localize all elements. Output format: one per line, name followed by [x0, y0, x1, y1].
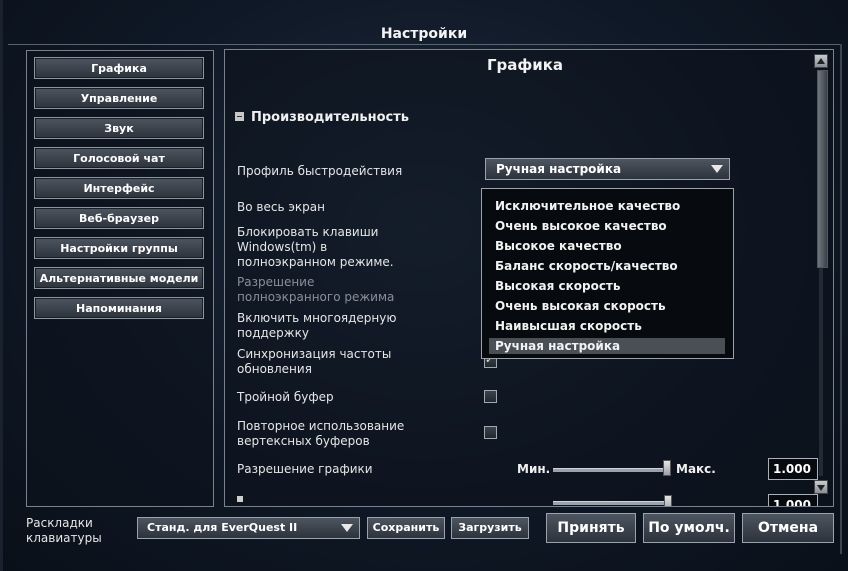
profile-option-selected[interactable]: Ручная настройка — [489, 338, 725, 354]
scroll-thumb[interactable] — [817, 70, 828, 268]
nav-group-settings[interactable]: Настройки группы — [34, 237, 204, 259]
vertex-buffer-checkbox[interactable] — [484, 426, 497, 439]
label-graphics-resolution: Разрешение графики — [237, 462, 373, 476]
resolution-value-field[interactable]: 1.000 — [768, 458, 818, 480]
scroll-up-button[interactable] — [814, 54, 828, 68]
partial-value-field[interactable]: 1.000 — [768, 494, 818, 506]
profile-dropdown-list: Исключительное качество Очень высокое ка… — [481, 188, 734, 359]
section-header-performance[interactable]: Производительность — [235, 110, 409, 125]
nav-voice-chat[interactable]: Голосовой чат — [34, 147, 204, 169]
profile-option[interactable]: Очень высокое качество — [489, 218, 725, 234]
partial-slider-thumb[interactable] — [664, 495, 672, 506]
chevron-down-icon — [341, 524, 353, 532]
partial-row-marker — [237, 496, 243, 502]
triple-buffer-checkbox[interactable] — [484, 390, 497, 403]
frame-divider — [8, 44, 842, 48]
profile-option[interactable]: Очень высокая скорость — [489, 298, 725, 314]
cancel-button[interactable]: Отмена — [742, 513, 834, 543]
keymap-select[interactable]: Станд. для EverQuest II — [137, 517, 360, 539]
profile-option[interactable]: Высокое качество — [489, 238, 725, 254]
label-vsync: Синхронизация частоты обновления — [237, 347, 392, 376]
resolution-slider-thumb[interactable] — [663, 460, 671, 476]
arrow-down-icon — [817, 485, 825, 491]
label-fullscreen: Во весь экран — [237, 200, 325, 214]
nav-reminders[interactable]: Напоминания — [34, 297, 204, 319]
profile-option[interactable]: Исключительное качество — [489, 198, 725, 214]
nav-web-browser[interactable]: Веб-браузер — [34, 207, 204, 229]
keymap-label: Раскладки клавиатуры — [26, 516, 102, 545]
screen-edge — [0, 0, 3, 571]
settings-window: Настройки Графика Управление Звук Голосо… — [0, 0, 848, 571]
profile-option[interactable]: Высокая скорость — [489, 278, 725, 294]
scroll-down-button[interactable] — [814, 480, 828, 494]
slider-max-label: Макс. — [676, 462, 716, 476]
nav-controls[interactable]: Управление — [34, 87, 204, 109]
collapse-icon[interactable] — [235, 112, 244, 121]
panel-title: Графика — [486, 56, 564, 74]
label-vertex-buffer-reuse: Повторное использование вертексных буфер… — [237, 419, 405, 448]
load-keymap-button[interactable]: Загрузить — [451, 517, 529, 539]
nav-graphics[interactable]: Графика — [34, 57, 204, 79]
window-title: Настройки — [380, 26, 468, 42]
label-fullscreen-resolution: Разрешение полноэкранного режима — [237, 275, 395, 304]
profile-option[interactable]: Баланс скорость/качество — [489, 258, 725, 274]
label-profile: Профиль быстродействия — [237, 164, 403, 178]
partial-slider-track[interactable] — [553, 501, 669, 505]
defaults-button[interactable]: По умолч. — [643, 513, 735, 543]
resolution-slider-track[interactable] — [553, 468, 669, 472]
nav-sound[interactable]: Звук — [34, 117, 204, 139]
panel-scrollbar[interactable] — [814, 54, 828, 494]
profile-option[interactable]: Наивысшая скорость — [489, 318, 725, 334]
profile-select-value: Ручная настройка — [496, 162, 622, 176]
nav-alternate-models[interactable]: Альтернативные модели — [34, 267, 204, 289]
label-block-windows-key: Блокировать клавиши Windows(tm) в полноэ… — [237, 225, 394, 269]
section-label: Производительность — [251, 110, 410, 125]
keymap-select-value: Станд. для EverQuest II — [147, 521, 298, 534]
save-keymap-button[interactable]: Сохранить — [367, 517, 445, 539]
frame-right-border — [840, 44, 842, 554]
arrow-up-icon — [817, 58, 825, 64]
profile-select[interactable]: Ручная настройка — [485, 158, 730, 180]
label-multicore: Включить многоядерную поддержку — [237, 311, 397, 340]
chevron-down-icon — [711, 165, 723, 173]
nav-interface[interactable]: Интерфейс — [34, 177, 204, 199]
category-sidebar: Графика Управление Звук Голосовой чат Ин… — [26, 50, 214, 507]
slider-min-label: Мин. — [517, 462, 551, 476]
label-triple-buffer: Тройной буфер — [237, 390, 334, 404]
accept-button[interactable]: Принять — [546, 513, 636, 543]
